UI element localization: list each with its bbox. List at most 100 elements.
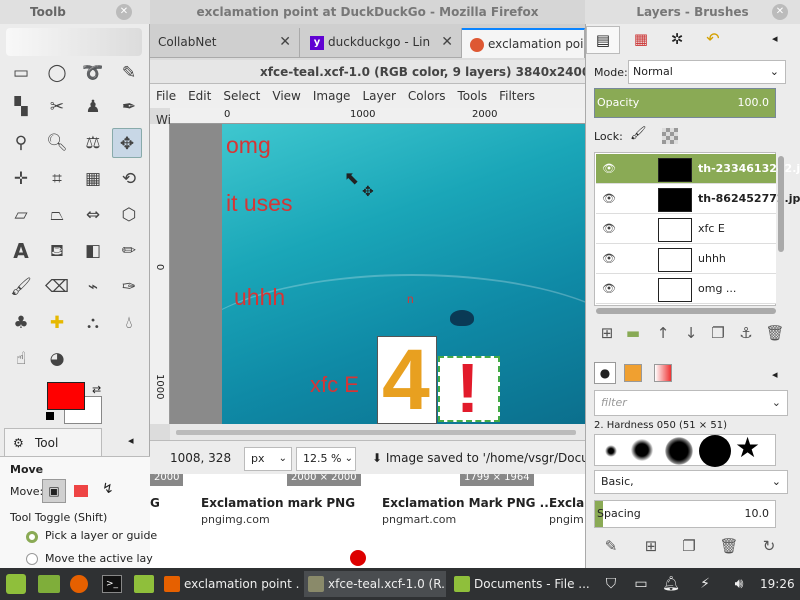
- result-title[interactable]: G: [150, 496, 160, 510]
- result-item[interactable]: Exclamation Mark PNG ... pngmart.com: [382, 496, 553, 526]
- lock-alpha-icon[interactable]: [662, 128, 678, 144]
- anchor-layer-icon[interactable]: ⚓: [735, 322, 757, 344]
- layers-scrollbar[interactable]: [778, 156, 784, 252]
- result-item[interactable]: Exclamation mark PNG pngimg.com: [201, 496, 355, 526]
- move-selection-button[interactable]: [74, 485, 88, 497]
- eraser-icon[interactable]: ⌫: [42, 272, 72, 302]
- paths-icon[interactable]: ✒: [114, 92, 144, 122]
- rotate-icon[interactable]: ⟲: [114, 164, 144, 194]
- lock-pixels-icon[interactable]: 🖌︎: [630, 126, 647, 141]
- perspective-icon[interactable]: ⏢: [42, 200, 72, 230]
- swap-colors-icon[interactable]: ⇄: [92, 383, 101, 396]
- heal-icon[interactable]: ✚: [42, 308, 72, 338]
- task-files[interactable]: Documents - File ...: [450, 571, 592, 597]
- eye-icon[interactable]: 👁︎: [602, 192, 616, 205]
- tab-collabnet[interactable]: CollabNet ✕: [150, 28, 300, 58]
- flip-icon[interactable]: ⇔: [78, 200, 108, 230]
- tab-patterns[interactable]: [624, 364, 642, 382]
- layer-row[interactable]: 👁︎ xfc E: [596, 214, 776, 244]
- eye-icon[interactable]: 👁︎: [602, 222, 616, 235]
- tab-tool-options[interactable]: ⚙ Tool Options: [4, 428, 102, 478]
- fuzzy-select-icon[interactable]: ✎: [114, 58, 144, 88]
- align-icon[interactable]: ✛: [6, 164, 36, 194]
- foreground-select-icon[interactable]: ♟: [78, 92, 108, 122]
- tab-exclamation-point[interactable]: exclamation poin: [462, 28, 585, 58]
- panel-menu-icon[interactable]: ◂: [772, 368, 778, 381]
- vertical-ruler[interactable]: 0 1000: [150, 124, 170, 424]
- ellipse-select-icon[interactable]: ◯: [42, 58, 72, 88]
- spacing-slider[interactable]: Spacing 10.0: [594, 500, 776, 528]
- zoom-select[interactable]: 12.5 % ⌄: [296, 447, 356, 471]
- cage-transform-icon[interactable]: ⬡: [114, 200, 144, 230]
- menu-colors[interactable]: Colors: [402, 84, 452, 108]
- close-icon[interactable]: ✕: [279, 28, 291, 56]
- brush-filter-input[interactable]: filter ⌄: [594, 390, 788, 416]
- opacity-slider[interactable]: Opacity 100.0: [594, 88, 776, 118]
- duplicate-layer-icon[interactable]: ❐: [707, 322, 729, 344]
- close-icon[interactable]: ✕: [441, 28, 453, 56]
- firefox-launcher-icon[interactable]: [70, 575, 88, 593]
- horizontal-ruler[interactable]: 0 1000 2000: [170, 108, 585, 124]
- layer-row[interactable]: 👁︎ th-862452772.jp: [596, 184, 800, 214]
- menu-filters[interactable]: Filters: [493, 84, 541, 108]
- ink-icon[interactable]: ✑: [114, 272, 144, 302]
- image-canvas[interactable]: omg it uses uhhh n xfc E 4 ! ⬉ ✥: [222, 124, 585, 424]
- brush-item[interactable]: [605, 445, 617, 457]
- tab-gradients[interactable]: [654, 364, 672, 382]
- lower-layer-icon[interactable]: ↓: [680, 322, 702, 344]
- radio-move-active[interactable]: [26, 553, 38, 565]
- text-tool-icon[interactable]: A: [6, 236, 36, 266]
- tab-channels[interactable]: ▦: [624, 26, 658, 54]
- display-icon[interactable]: ▭: [630, 568, 652, 600]
- panel-menu-icon[interactable]: ◂: [772, 32, 778, 45]
- star-brush-icon[interactable]: ★: [735, 431, 760, 464]
- scrollbar-thumb[interactable]: [176, 430, 576, 435]
- duplicate-brush-icon[interactable]: ❐: [678, 535, 700, 557]
- foreground-color-swatch[interactable]: [47, 382, 85, 410]
- dodge-burn-icon[interactable]: ◕: [42, 344, 72, 374]
- radio-pick-layer[interactable]: [26, 531, 38, 543]
- bucket-fill-icon[interactable]: ⛾: [42, 236, 72, 266]
- eye-icon[interactable]: 👁︎: [602, 252, 616, 265]
- crop-icon[interactable]: ⌗: [42, 164, 72, 194]
- new-layer-icon[interactable]: ⊞: [596, 322, 618, 344]
- refresh-brushes-icon[interactable]: ↻: [758, 535, 780, 557]
- shear-icon[interactable]: ▱: [6, 200, 36, 230]
- brush-item[interactable]: [665, 437, 693, 465]
- menu-image[interactable]: Image: [307, 84, 357, 108]
- volume-icon[interactable]: 🔊︎: [728, 568, 750, 600]
- move-path-button[interactable]: ↯: [102, 481, 114, 497]
- menu-tools[interactable]: Tools: [452, 84, 494, 108]
- layer-row[interactable]: 👁︎ uhhh: [596, 244, 776, 274]
- pencil-icon[interactable]: ✏: [114, 236, 144, 266]
- edit-brush-icon[interactable]: ✎: [600, 535, 622, 557]
- gradient-icon[interactable]: ◧: [78, 236, 108, 266]
- show-desktop-icon[interactable]: [38, 575, 60, 593]
- notification-bell-icon[interactable]: 🔔︎: [660, 568, 682, 600]
- menu-layer[interactable]: Layer: [356, 84, 401, 108]
- paintbrush-icon[interactable]: 🖌︎: [6, 272, 36, 302]
- new-group-icon[interactable]: ▬: [622, 322, 644, 344]
- layer-row[interactable]: 👁︎ th-2334613242.j: [596, 154, 800, 184]
- delete-brush-icon[interactable]: 🗑︎: [718, 535, 740, 557]
- blur-icon[interactable]: 💧︎: [114, 308, 144, 338]
- task-gimp[interactable]: xfce-teal.xcf-1.0 (R...: [304, 571, 446, 597]
- panel-menu-icon[interactable]: ◂: [128, 434, 134, 447]
- measure-icon[interactable]: ⚖: [78, 128, 108, 158]
- task-firefox[interactable]: exclamation point ...: [160, 571, 300, 597]
- clone-icon[interactable]: ♣: [6, 308, 36, 338]
- free-select-icon[interactable]: ➰: [78, 58, 108, 88]
- eye-icon[interactable]: 👁︎: [602, 282, 616, 295]
- unit-select[interactable]: px ⌄: [244, 447, 292, 471]
- preset-select[interactable]: Basic, ⌄: [594, 470, 788, 494]
- airbrush-icon[interactable]: ⌁: [78, 272, 108, 302]
- menu-file[interactable]: File: [150, 84, 182, 108]
- shield-icon[interactable]: ⛉: [600, 568, 622, 600]
- close-icon[interactable]: ✕: [772, 4, 788, 20]
- default-colors-icon[interactable]: [46, 412, 54, 420]
- layer-row[interactable]: 👁︎ omg ...: [596, 274, 776, 304]
- tab-duckduckgo[interactable]: y duckduckgo - Lin ✕: [302, 28, 462, 58]
- tab-brushes[interactable]: ●: [594, 362, 616, 384]
- tab-layers[interactable]: ▤: [586, 26, 620, 54]
- move-tool-icon[interactable]: ✥: [112, 128, 142, 158]
